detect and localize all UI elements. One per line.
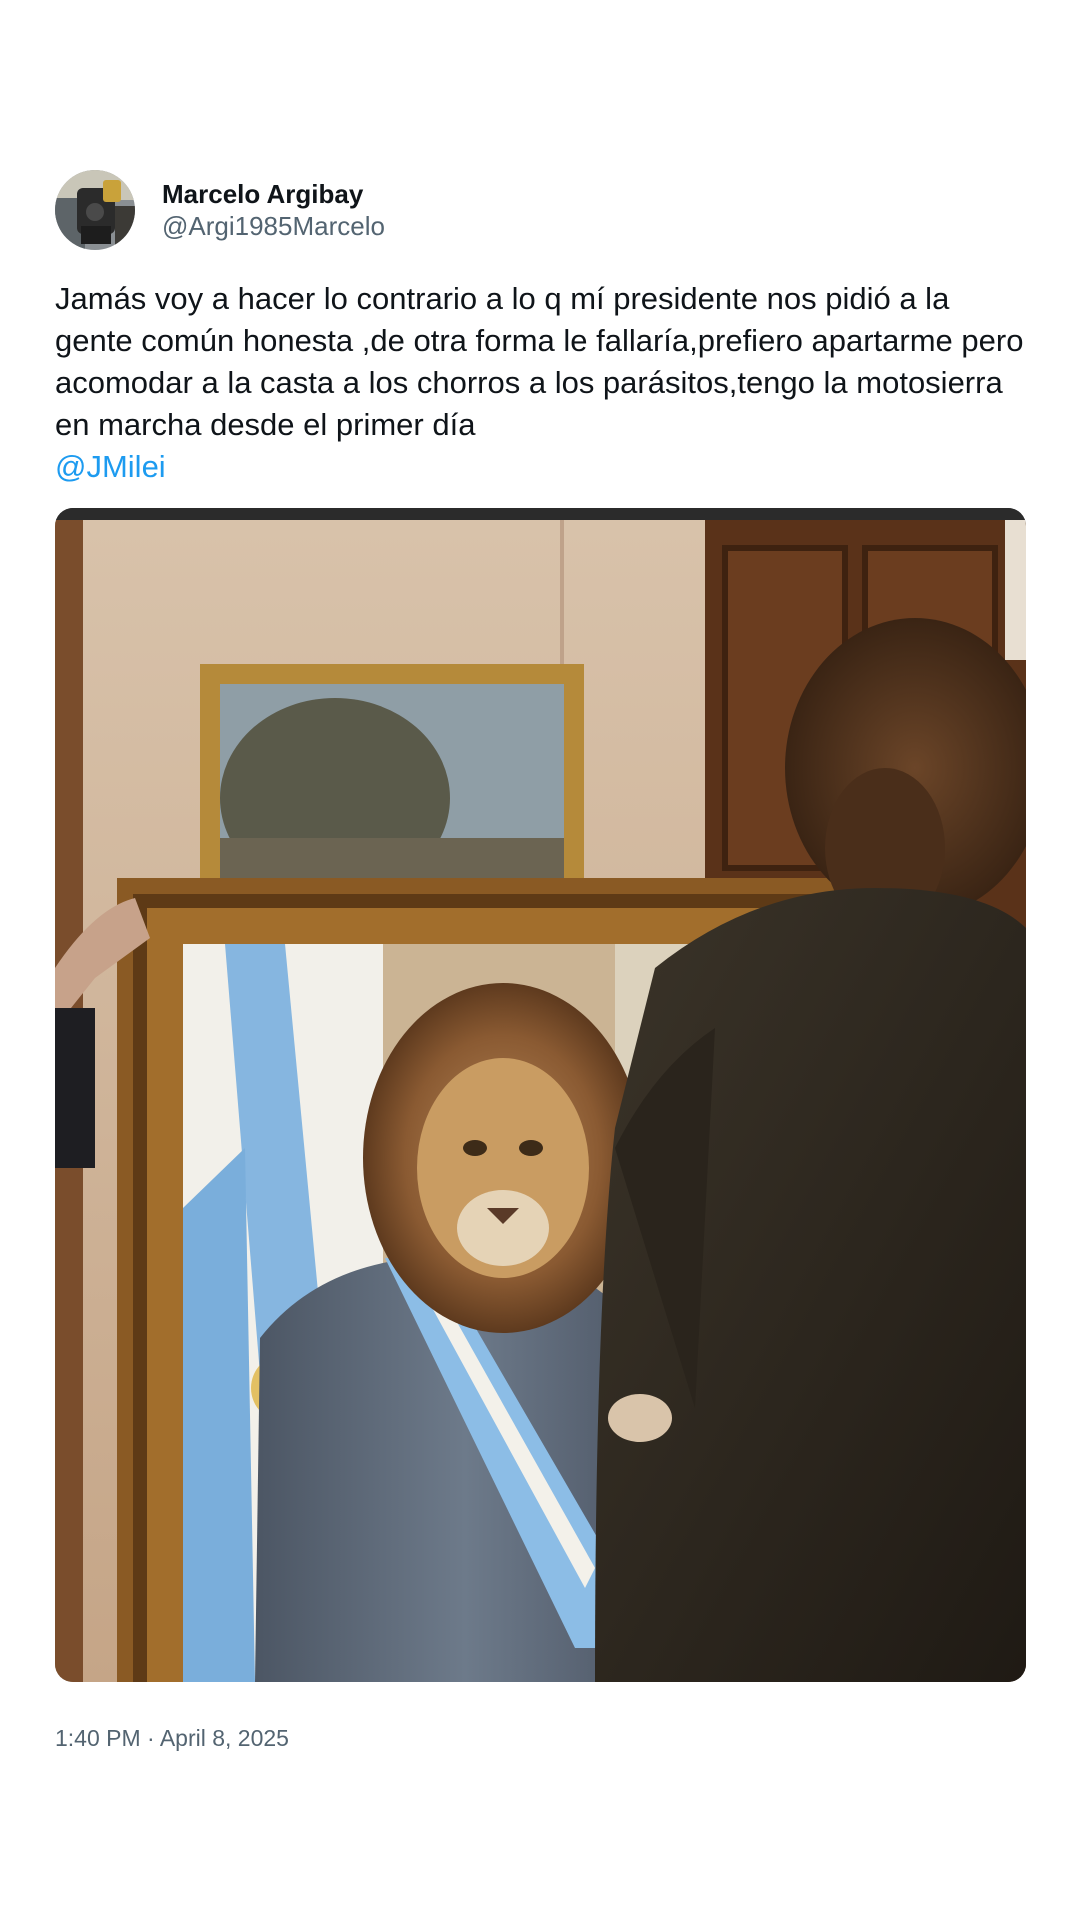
author-handle[interactable]: @Argi1985Marcelo (162, 210, 385, 242)
timestamp-separator: · (140, 1725, 160, 1751)
tweet-date[interactable]: April 8, 2025 (160, 1725, 289, 1751)
author-names: Marcelo Argibay @Argi1985Marcelo (162, 178, 385, 242)
tweet-text: Jamás voy a hacer lo contrario a lo q mí… (55, 278, 1030, 488)
tweet-body: Jamás voy a hacer lo contrario a lo q mí… (55, 281, 1024, 442)
avatar[interactable] (55, 170, 135, 250)
tweet-timestamp: 1:40 PM · April 8, 2025 (55, 1724, 1025, 1752)
mention-link[interactable]: @JMilei (55, 449, 166, 484)
tweet-card: Marcelo Argibay @Argi1985Marcelo Jamás v… (55, 170, 1026, 1752)
author-display-name[interactable]: Marcelo Argibay (162, 178, 385, 210)
tweet-time[interactable]: 1:40 PM (55, 1725, 141, 1751)
tweet-media[interactable] (55, 508, 1026, 1682)
avatar-photo (55, 170, 135, 250)
media-photo (55, 508, 1026, 1682)
tweet-header: Marcelo Argibay @Argi1985Marcelo (55, 170, 1025, 250)
